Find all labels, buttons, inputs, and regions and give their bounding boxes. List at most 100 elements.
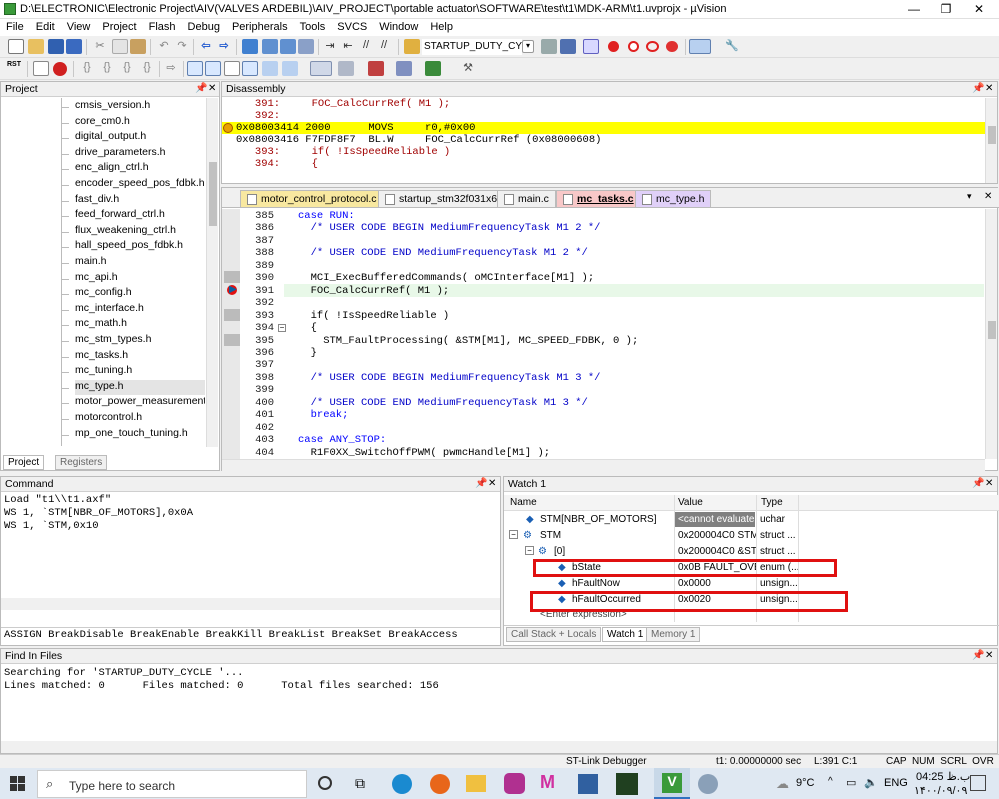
project-file-item[interactable]: mc_math.h (75, 317, 205, 333)
system-viewer-icon[interactable] (425, 61, 441, 76)
registers-window-icon[interactable] (242, 61, 258, 76)
tray-chevron-icon[interactable]: ^ (828, 776, 833, 787)
project-file-item[interactable]: fast_div.h (75, 193, 205, 209)
code-line[interactable]: FOC_CalcCurrRef( M1 ); (298, 285, 450, 297)
step-out-icon[interactable]: {} (119, 61, 135, 76)
symbols-window-icon[interactable] (224, 61, 240, 76)
menu-debug[interactable]: Debug (182, 19, 226, 33)
column-value[interactable]: Value (678, 497, 703, 508)
close-icon[interactable]: ✕ (985, 650, 993, 661)
file-explorer-icon[interactable] (466, 775, 486, 792)
code-line[interactable]: case RUN: (298, 210, 355, 222)
call-stack-icon[interactable] (262, 61, 278, 76)
copy-icon[interactable] (112, 39, 128, 54)
command-window-icon[interactable] (187, 61, 203, 76)
tab-call-stack[interactable]: Call Stack + Locals (506, 627, 602, 642)
tab-mc-tasks-c[interactable]: mc_tasks.c (556, 190, 641, 207)
project-file-item[interactable]: motor_power_measurement.h (75, 395, 205, 411)
minimize-button[interactable]: — (897, 0, 931, 19)
code-line[interactable]: /* USER CODE BEGIN MediumFrequencyTask M… (298, 222, 601, 234)
tab-main-c[interactable]: main.c (497, 190, 556, 207)
close-icon[interactable]: ✕ (488, 478, 496, 489)
code-line[interactable]: if( !IsSpeedReliable ) (298, 310, 450, 322)
collapse-icon[interactable]: − (509, 530, 518, 539)
project-file-item[interactable]: enc_align_ctrl.h (75, 161, 205, 177)
find-in-files-icon[interactable] (404, 39, 420, 54)
watch-window-icon[interactable] (282, 61, 298, 76)
project-file-item[interactable]: main.h (75, 255, 205, 271)
column-name[interactable]: Name (510, 497, 537, 508)
close-window-button[interactable]: ✕ (962, 0, 996, 19)
collapse-icon[interactable]: − (525, 546, 534, 555)
taskbar-search[interactable]: ⌕ Type here to search (37, 770, 307, 798)
clock-date[interactable]: ۱۴۰۰/۰۹/۰۹ (914, 784, 967, 797)
tab-registers[interactable]: Registers (55, 455, 108, 470)
clock-time[interactable]: 04:25 ب.ظ (916, 770, 970, 783)
watch-value[interactable]: 0x200004C0 &STM (678, 546, 756, 557)
kill-all-breakpoints-icon[interactable] (666, 41, 678, 52)
project-file-item[interactable]: hall_speed_pos_fdbk.h (75, 239, 205, 255)
project-file-item[interactable]: mc_interface.h (75, 302, 205, 318)
project-file-item[interactable]: digital_output.h (75, 130, 205, 146)
menu-view[interactable]: View (61, 19, 97, 33)
disable-all-breakpoints-icon[interactable] (646, 41, 659, 52)
project-file-item[interactable]: mc_stm_types.h (75, 333, 205, 349)
open-file-icon[interactable] (28, 39, 44, 54)
uvision-taskbar-button[interactable]: V (654, 768, 690, 799)
firefox-icon[interactable] (430, 774, 450, 794)
run-icon[interactable] (33, 61, 49, 76)
project-file-item[interactable]: mc_type.h (75, 379, 205, 396)
notifications-icon[interactable] (970, 775, 986, 791)
pin-icon[interactable]: 📌 (475, 478, 487, 489)
close-icon[interactable]: ✕ (985, 83, 993, 94)
watch-row[interactable]: − ⚙ STM 0x200004C0 STM struct ... (504, 528, 999, 544)
run-to-cursor-icon[interactable]: {} (139, 61, 155, 76)
watch-value[interactable]: 0x0000 (678, 578, 756, 589)
uncomment-icon[interactable]: // (376, 39, 392, 54)
configure-icon[interactable]: 🔧 (724, 39, 740, 54)
breakpoint-icon[interactable] (608, 41, 619, 52)
pin-icon[interactable]: 📌 (972, 650, 984, 661)
code-line[interactable]: /* USER CODE BEGIN MediumFrequencyTask M… (298, 372, 601, 384)
step-over-icon[interactable]: {} (99, 61, 115, 76)
m-app-icon[interactable]: M (540, 772, 555, 793)
code-line[interactable]: MCI_ExecBufferedCommands( oMCInterface[M… (298, 272, 595, 284)
project-file-item[interactable]: mc_config.h (75, 286, 205, 302)
serial-window-icon[interactable] (338, 61, 354, 76)
edge-icon[interactable] (392, 774, 412, 794)
new-file-icon[interactable] (8, 39, 24, 54)
bookmark-next-icon[interactable] (280, 39, 296, 54)
bookmark-prev-icon[interactable] (262, 39, 278, 54)
tab-watch-1[interactable]: Watch 1 (602, 627, 649, 642)
watch-value[interactable]: 0x200004C0 STM (678, 530, 756, 541)
show-next-statement-icon[interactable]: ⇨ (163, 61, 179, 76)
volume-icon[interactable]: 🔈 (864, 776, 878, 789)
fold-toggle-icon[interactable]: − (278, 324, 286, 333)
paste-icon[interactable] (130, 39, 146, 54)
language-indicator[interactable]: ENG (884, 777, 908, 789)
project-file-item[interactable]: encoder_speed_pos_fdbk.h (75, 177, 205, 193)
save-all-icon[interactable] (66, 39, 82, 54)
clear-bookmarks-icon[interactable] (298, 39, 314, 54)
menu-svcs[interactable]: SVCS (331, 19, 373, 33)
close-icon[interactable]: ✕ (984, 191, 992, 202)
code-line[interactable]: case ANY_STOP: (298, 434, 386, 446)
windows-start-icon[interactable] (10, 776, 26, 792)
nav-back-icon[interactable]: ⇦ (198, 39, 214, 54)
watch-row[interactable]: − ⚙ [0] 0x200004C0 &STM struct ... (504, 544, 999, 560)
tab-memory-1[interactable]: Memory 1 (646, 627, 701, 642)
project-file-item[interactable]: core_cm0.h (75, 115, 205, 131)
code-line[interactable]: break; (298, 409, 349, 421)
debug-session-icon[interactable] (583, 39, 599, 54)
project-file-item[interactable]: flux_weakening_ctrl.h (75, 224, 205, 240)
stop-icon[interactable] (53, 62, 67, 76)
menu-file[interactable]: File (0, 19, 30, 33)
code-line[interactable]: R1F0XX_SwitchOffPWM( pwmcHandle[M1] ); (298, 447, 550, 459)
comment-icon[interactable]: // (358, 39, 374, 54)
weather-temp[interactable]: 9°C (796, 777, 814, 789)
code-line[interactable]: /* USER CODE END MediumFrequencyTask M1 … (298, 397, 588, 409)
app-icon[interactable] (504, 773, 525, 794)
indent-icon[interactable]: ⇥ (322, 39, 338, 54)
project-file-item[interactable]: cmsis_version.h (75, 99, 205, 115)
code-line[interactable]: { (298, 322, 317, 334)
